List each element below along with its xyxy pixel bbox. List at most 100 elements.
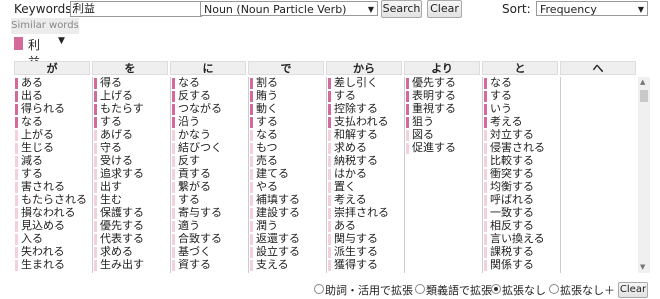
radio-synonym-expand[interactable] bbox=[415, 284, 425, 294]
collocate-item[interactable]: する bbox=[14, 168, 90, 181]
collocate-item[interactable]: 保護する bbox=[93, 207, 169, 220]
collocate-item[interactable]: 生まれる bbox=[14, 259, 90, 272]
collocate-item[interactable]: 資する bbox=[171, 259, 247, 272]
collocate-item[interactable]: 優先する bbox=[93, 220, 169, 233]
scrollbar-thumb[interactable] bbox=[640, 90, 648, 102]
collocate-item[interactable]: 得る bbox=[93, 77, 169, 90]
collocate-item[interactable]: 守る bbox=[93, 142, 169, 155]
collocate-item[interactable]: もつ bbox=[249, 142, 325, 155]
collocate-item[interactable]: 比較する bbox=[483, 155, 559, 168]
collocate-item[interactable]: 求める bbox=[327, 142, 403, 155]
collocate-item[interactable]: する bbox=[249, 116, 325, 129]
radio-no-expand-plus[interactable] bbox=[549, 284, 559, 294]
collocate-item[interactable]: なる bbox=[483, 77, 559, 90]
radio-particle-expand[interactable] bbox=[314, 284, 324, 294]
collocate-item[interactable]: なる bbox=[14, 116, 90, 129]
collocate-item[interactable]: 関係する bbox=[483, 259, 559, 272]
collocate-item[interactable]: 補填する bbox=[249, 194, 325, 207]
collocate-item[interactable]: 衝突する bbox=[483, 168, 559, 181]
collocate-item[interactable]: 優先する bbox=[405, 77, 481, 90]
collocate-item[interactable]: 失われる bbox=[14, 246, 90, 259]
collocate-item[interactable]: 建てる bbox=[249, 168, 325, 181]
collocate-item[interactable]: 反する bbox=[171, 90, 247, 103]
collocate-item[interactable]: 潤う bbox=[249, 220, 325, 233]
collocate-item[interactable]: 差し引く bbox=[327, 77, 403, 90]
collocate-item[interactable]: つながる bbox=[171, 103, 247, 116]
collocate-item[interactable]: 表明する bbox=[405, 90, 481, 103]
collocate-item[interactable]: 害される bbox=[14, 181, 90, 194]
collocate-item[interactable]: 反す bbox=[171, 155, 247, 168]
collocate-item[interactable]: 見込める bbox=[14, 220, 90, 233]
collocate-item[interactable]: はかる bbox=[327, 168, 403, 181]
collocate-item[interactable]: なる bbox=[171, 77, 247, 90]
collocate-item[interactable]: いう bbox=[483, 103, 559, 116]
collocate-item[interactable]: 言い換える bbox=[483, 233, 559, 246]
collocate-item[interactable]: 支払われる bbox=[327, 116, 403, 129]
collocate-item[interactable]: 関与する bbox=[327, 233, 403, 246]
collocate-item[interactable]: もたらされる bbox=[14, 194, 90, 207]
collocate-item[interactable]: 和解する bbox=[327, 129, 403, 142]
collocate-item[interactable]: 受ける bbox=[93, 155, 169, 168]
collocate-item[interactable]: 生じる bbox=[14, 142, 90, 155]
collocate-item[interactable]: 動く bbox=[249, 103, 325, 116]
collocate-item[interactable]: 置く bbox=[327, 181, 403, 194]
collocate-item[interactable]: 重視する bbox=[405, 103, 481, 116]
vertical-scrollbar[interactable]: ▲ ▼ bbox=[638, 77, 650, 273]
collocate-item[interactable]: 結びつく bbox=[171, 142, 247, 155]
collocate-item[interactable]: 減る bbox=[14, 155, 90, 168]
collocate-item[interactable]: あげる bbox=[93, 129, 169, 142]
collocate-item[interactable]: 売る bbox=[249, 155, 325, 168]
collocate-item[interactable]: 合致する bbox=[171, 233, 247, 246]
collocate-item[interactable]: 促進する bbox=[405, 142, 481, 155]
options-clear-button[interactable]: Clear bbox=[618, 282, 648, 298]
pos-filter-select[interactable]: Noun (Noun Particle Verb) ▼ bbox=[200, 1, 378, 16]
collocate-item[interactable]: やる bbox=[249, 181, 325, 194]
keywords-input[interactable]: 利益 bbox=[70, 1, 202, 17]
search-button[interactable]: Search bbox=[381, 0, 422, 18]
collocate-item[interactable]: 支える bbox=[249, 259, 325, 272]
collocate-item[interactable]: する bbox=[93, 116, 169, 129]
collocate-item[interactable]: 崇拝される bbox=[327, 207, 403, 220]
scroll-up-icon[interactable]: ▲ bbox=[640, 78, 645, 86]
sort-select[interactable]: Frequency ▼ bbox=[536, 1, 648, 16]
collocate-item[interactable]: 設立する bbox=[249, 246, 325, 259]
collocate-item[interactable]: 出る bbox=[14, 90, 90, 103]
collocate-item[interactable]: 代表する bbox=[93, 233, 169, 246]
collocate-item[interactable]: 求める bbox=[93, 246, 169, 259]
collocate-item[interactable]: 一致する bbox=[483, 207, 559, 220]
collocate-item[interactable]: する bbox=[483, 90, 559, 103]
collocate-item[interactable]: 相反する bbox=[483, 220, 559, 233]
collocate-item[interactable]: 均衡する bbox=[483, 181, 559, 194]
collocate-item[interactable]: ある bbox=[327, 220, 403, 233]
collocate-item[interactable]: 出す bbox=[93, 181, 169, 194]
collocate-item[interactable]: 損なわれる bbox=[14, 207, 90, 220]
collocate-item[interactable]: 基づく bbox=[171, 246, 247, 259]
collocate-item[interactable]: 派生する bbox=[327, 246, 403, 259]
radio-no-expand[interactable] bbox=[491, 284, 501, 294]
collocate-item[interactable]: ある bbox=[14, 77, 90, 90]
collocate-item[interactable]: する bbox=[327, 90, 403, 103]
collocate-item[interactable]: もたらす bbox=[93, 103, 169, 116]
collocate-item[interactable]: 生む bbox=[93, 194, 169, 207]
collocate-item[interactable]: 上げる bbox=[93, 90, 169, 103]
collocate-item[interactable]: 図る bbox=[405, 129, 481, 142]
collocate-item[interactable]: 考える bbox=[483, 116, 559, 129]
collocate-item[interactable]: 控除する bbox=[327, 103, 403, 116]
collocate-item[interactable]: 割る bbox=[249, 77, 325, 90]
collocate-item[interactable]: 貢する bbox=[171, 168, 247, 181]
collocate-item[interactable]: 寄与する bbox=[171, 207, 247, 220]
clear-button[interactable]: Clear bbox=[427, 0, 462, 18]
collocate-item[interactable]: 得られる bbox=[14, 103, 90, 116]
collocate-item[interactable]: 考える bbox=[327, 194, 403, 207]
scroll-down-icon[interactable]: ▼ bbox=[640, 263, 645, 271]
collocate-item[interactable]: 返還する bbox=[249, 233, 325, 246]
collocate-item[interactable]: なる bbox=[249, 129, 325, 142]
collocate-item[interactable]: する bbox=[171, 194, 247, 207]
collocate-item[interactable]: かなう bbox=[171, 129, 247, 142]
collocate-item[interactable]: 賄う bbox=[249, 90, 325, 103]
similar-words-button[interactable]: Similar words bbox=[11, 18, 79, 34]
collocate-item[interactable]: 対立する bbox=[483, 129, 559, 142]
collocate-item[interactable]: 繋がる bbox=[171, 181, 247, 194]
collocate-item[interactable]: 狙う bbox=[405, 116, 481, 129]
collocate-item[interactable]: 上がる bbox=[14, 129, 90, 142]
